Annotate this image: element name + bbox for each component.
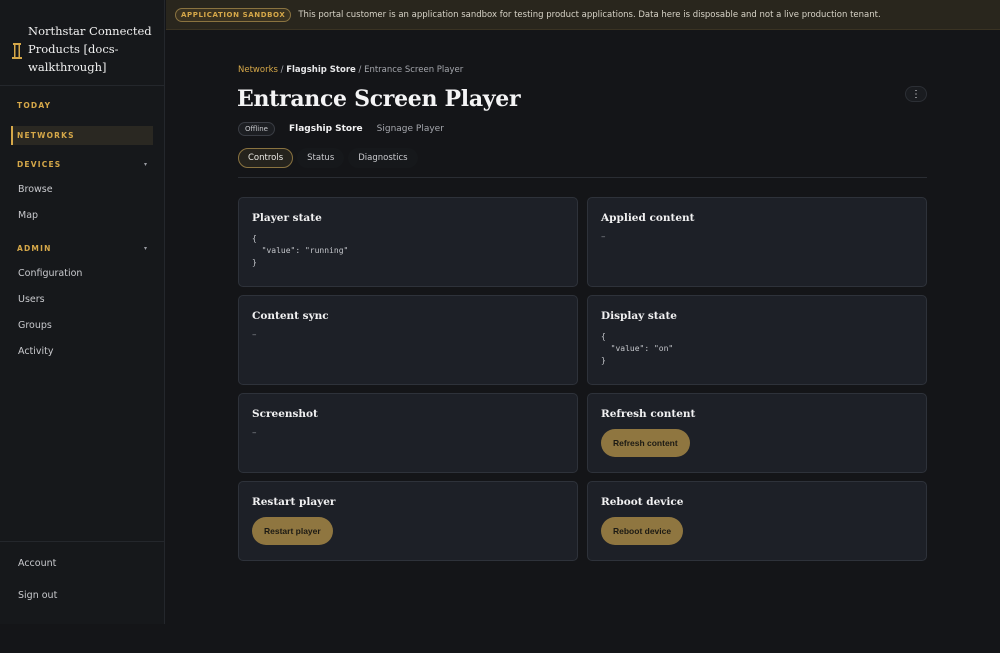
- nav-devices-section[interactable]: DEVICES: [17, 160, 61, 169]
- breadcrumb: Networks / Flagship Store / Entrance Scr…: [238, 65, 463, 75]
- kebab-icon: ⋮: [911, 88, 921, 100]
- card-title: Player state: [252, 212, 322, 224]
- status-badge: Offline: [238, 122, 275, 136]
- refresh-content-button[interactable]: Refresh content: [601, 429, 690, 457]
- nav-admin-section[interactable]: ADMIN: [17, 244, 52, 253]
- chevron-down-icon[interactable]: ▾: [144, 245, 147, 252]
- sidebar-item-map[interactable]: Map: [18, 210, 38, 221]
- card-reboot-device: Reboot device Reboot device: [587, 481, 927, 561]
- card-title: Content sync: [252, 310, 329, 322]
- device-meta: Offline Flagship Store Signage Player: [238, 122, 444, 136]
- device-type: Signage Player: [376, 124, 444, 134]
- card-player-state: Player state { "value": "running" }: [238, 197, 578, 287]
- sidebar-item-account[interactable]: Account: [18, 558, 56, 569]
- tab-controls[interactable]: Controls: [238, 148, 294, 168]
- nav-networks[interactable]: NETWORKS: [11, 126, 153, 145]
- reboot-device-button[interactable]: Reboot device: [601, 517, 684, 545]
- sidebar-item-sign-out[interactable]: Sign out: [18, 590, 57, 601]
- sidebar-item-configuration[interactable]: Configuration: [18, 268, 82, 279]
- applied-content-value: –: [601, 232, 606, 242]
- breadcrumb-store[interactable]: Flagship Store: [286, 65, 356, 75]
- card-title: Screenshot: [252, 408, 318, 420]
- sidebar-item-users[interactable]: Users: [18, 294, 45, 305]
- card-title: Display state: [601, 310, 677, 322]
- tab-diagnostics[interactable]: Diagnostics: [348, 148, 418, 168]
- divider: [0, 85, 165, 86]
- card-title: Restart player: [252, 496, 336, 508]
- device-store[interactable]: Flagship Store: [289, 124, 363, 134]
- restart-player-button[interactable]: Restart player: [252, 517, 333, 545]
- player-state-value: { "value": "running" }: [252, 234, 349, 267]
- brand[interactable]: Northstar Connected Products [docs-walkt…: [11, 22, 161, 76]
- screenshot-value: –: [252, 428, 257, 438]
- tab-bar: Controls Status Diagnostics: [238, 148, 418, 168]
- card-display-state: Display state { "value": "on" }: [587, 295, 927, 385]
- sandbox-banner: APPLICATION SANDBOX This portal customer…: [166, 0, 1000, 30]
- divider: [0, 541, 165, 542]
- sidebar-item-groups[interactable]: Groups: [18, 320, 52, 331]
- display-state-value: { "value": "on" }: [601, 332, 674, 365]
- card-restart-player: Restart player Restart player: [238, 481, 578, 561]
- card-title: Reboot device: [601, 496, 684, 508]
- breadcrumb-current: Entrance Screen Player: [364, 65, 464, 75]
- sidebar: Northstar Connected Products [docs-walkt…: [0, 0, 165, 624]
- page-title: Entrance Screen Player: [237, 86, 521, 112]
- content-sync-value: –: [252, 330, 257, 340]
- divider: [238, 177, 927, 178]
- card-title: Applied content: [601, 212, 695, 224]
- nav-today[interactable]: TODAY: [17, 101, 51, 110]
- sandbox-text: This portal customer is an application s…: [298, 9, 881, 20]
- card-content-sync: Content sync –: [238, 295, 578, 385]
- tab-status[interactable]: Status: [297, 148, 345, 168]
- card-title: Refresh content: [601, 408, 696, 420]
- sidebar-item-activity[interactable]: Activity: [18, 346, 54, 357]
- more-actions-button[interactable]: ⋮: [905, 86, 927, 102]
- sandbox-badge: APPLICATION SANDBOX: [175, 7, 292, 22]
- breadcrumb-separator: /: [355, 65, 365, 75]
- breadcrumb-separator: /: [277, 65, 287, 75]
- sidebar-item-browse[interactable]: Browse: [18, 184, 53, 195]
- card-refresh-content: Refresh content Refresh content: [587, 393, 927, 473]
- lantern-icon: [12, 43, 22, 59]
- breadcrumb-networks[interactable]: Networks: [238, 65, 278, 75]
- brand-name: Northstar Connected Products [docs-walkt…: [28, 24, 152, 74]
- card-applied-content: Applied content –: [587, 197, 927, 287]
- chevron-down-icon[interactable]: ▾: [144, 161, 147, 168]
- card-screenshot: Screenshot –: [238, 393, 578, 473]
